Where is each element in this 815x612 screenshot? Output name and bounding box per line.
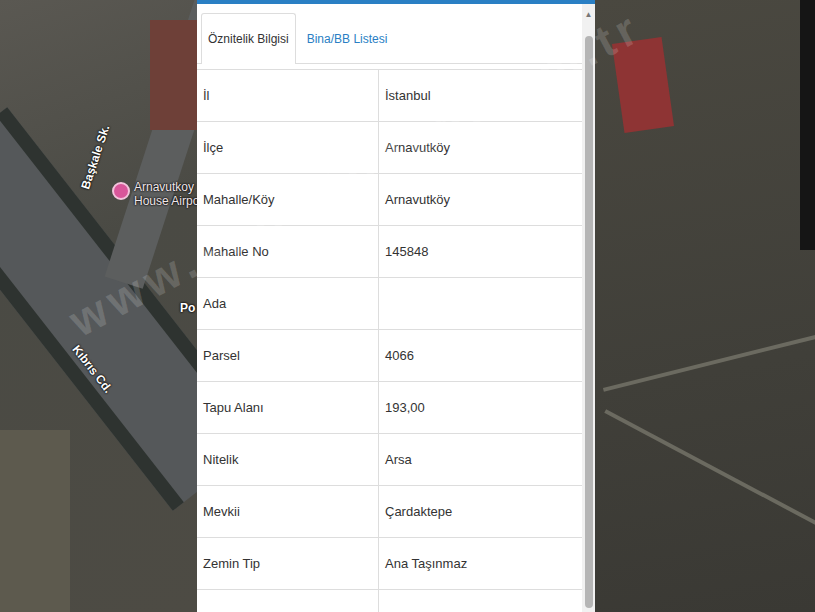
table-row: Ada [197,278,582,330]
building [150,20,200,130]
table-row: MevkiiÇardaktepe [197,486,582,538]
building [800,0,815,250]
map-view[interactable]: Başkale Sk.Kıbrıs Cd.PoArnavutkoyHouse A… [0,0,815,612]
table-row: Mahalle No145848 [197,226,582,278]
attribute-label: Tapu Alanı [197,382,378,433]
attribute-value: 193,00 [378,382,582,433]
table-row: Tapu Alanı193,00 [197,382,582,434]
attribute-value: Çardaktepe [378,486,582,537]
poi-label: ArnavutkoyHouse Airpo [134,180,199,208]
table-row [197,590,582,612]
hotel-icon[interactable] [112,182,130,200]
attribute-label: Mevkii [197,486,378,537]
table-row: İlçeArnavutköy [197,122,582,174]
table-row: İlİstanbul [197,70,582,122]
attribute-label: Mahalle/Köy [197,174,378,225]
attribute-value: 4066 [378,330,582,381]
attribute-label: İlçe [197,122,378,173]
attribute-value: İstanbul [378,70,582,121]
attribute-value: Ana Taşınmaz [378,538,582,589]
attribute-value: Arnavutköy [378,174,582,225]
attribute-value [378,590,582,612]
attribute-label: Ada [197,278,378,329]
attribute-value: 145848 [378,226,582,277]
scrollbar-thumb[interactable] [585,36,593,608]
attribute-label: İl [197,70,378,121]
poi-marker[interactable]: ArnavutkoyHouse Airpo [112,180,199,208]
street-label: Po [180,301,195,315]
table-row: Parsel4066 [197,330,582,382]
attribute-label: Nitelik [197,434,378,485]
table-row: Zemin TipAna Taşınmaz [197,538,582,590]
attribute-label: Mahalle No [197,226,378,277]
attribute-value [378,278,582,329]
lot [0,430,70,612]
attribute-label [197,590,378,612]
tab-bar: Öznitelik BilgisiBina/BB Listesi [197,4,582,64]
table-row: NitelikArsa [197,434,582,486]
attribute-label: Parsel [197,330,378,381]
attribute-table: İlİstanbulİlçeArnavutköyMahalle/KöyArnav… [197,69,582,612]
attribute-panel: Öznitelik BilgisiBina/BB Listesiİlİstanb… [197,0,595,612]
scroll-up-arrow[interactable]: ▲ [585,8,593,22]
tab[interactable]: Bina/BB Listesi [300,13,395,64]
tab[interactable]: Öznitelik Bilgisi [201,13,296,64]
scrollbar[interactable]: ▲ [582,4,595,612]
attribute-value: Arsa [378,434,582,485]
table-row: Mahalle/KöyArnavutköy [197,174,582,226]
watermark: www.sahibinden.com.tr [60,0,651,348]
attribute-value: Arnavutköy [378,122,582,173]
attribute-label: Zemin Tip [197,538,378,589]
